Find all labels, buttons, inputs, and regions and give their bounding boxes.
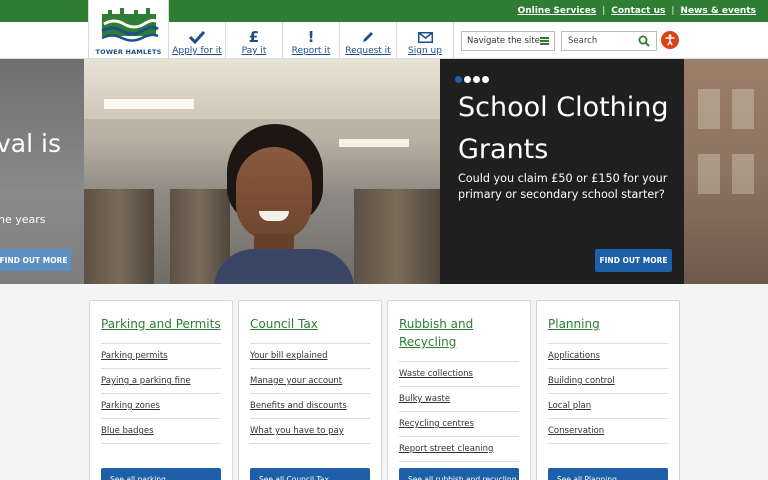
card-title[interactable]: Planning — [548, 315, 670, 333]
contact-us-link[interactable]: Contact us — [611, 6, 665, 16]
card-links: Your bill explained Manage your account … — [250, 343, 370, 444]
pound-icon: £ — [248, 27, 260, 46]
see-all-button[interactable]: See all Planning — [548, 468, 668, 480]
card-links: Applications Building control Local plan… — [548, 343, 668, 444]
sign-up-label: Sign up — [408, 46, 442, 56]
card-link[interactable]: Manage your account — [250, 369, 370, 394]
card-link[interactable]: Applications — [548, 344, 668, 369]
pay-it-button[interactable]: £ Pay it — [226, 22, 283, 59]
carousel-dot[interactable] — [473, 76, 480, 83]
card-link[interactable]: Conservation — [548, 419, 668, 444]
navigate-the-site-button[interactable]: Navigate the site — [461, 31, 555, 51]
card-link[interactable]: Local plan — [548, 394, 668, 419]
request-it-button[interactable]: Request it — [340, 22, 397, 59]
find-out-more-button[interactable]: FIND OUT MORE — [595, 249, 672, 272]
accessibility-button[interactable] — [661, 31, 679, 49]
online-services-link[interactable]: Online Services — [518, 6, 597, 16]
exclamation-icon: ! — [307, 27, 315, 46]
report-it-button[interactable]: ! Report it — [283, 22, 340, 59]
next-slide[interactable] — [684, 59, 768, 284]
separator: | — [602, 6, 606, 16]
carousel-dots — [455, 76, 489, 83]
pencil-icon — [361, 28, 375, 46]
apply-for-it-label: Apply for it — [172, 46, 222, 56]
carousel-dot[interactable] — [455, 76, 462, 83]
pay-it-label: Pay it — [241, 46, 267, 56]
report-it-label: Report it — [291, 46, 331, 56]
navigate-label: Navigate the site — [467, 36, 540, 46]
card-link[interactable]: Report street cleaning — [399, 437, 519, 462]
see-all-button[interactable]: See all Council Tax — [250, 468, 370, 480]
card-link[interactable]: Parking permits — [101, 344, 221, 369]
card-link[interactable]: Paying a parking fine — [101, 369, 221, 394]
card-link[interactable]: Waste collections — [399, 362, 519, 387]
top-links: Online Services | Contact us | News & ev… — [518, 0, 756, 22]
separator: | — [671, 6, 675, 16]
card-council-tax: Council Tax Your bill explained Manage y… — [238, 300, 382, 480]
card-links: Parking permits Paying a parking fine Pa… — [101, 343, 221, 444]
card-title[interactable]: Parking and Permits — [101, 315, 223, 333]
carousel-dot[interactable] — [464, 76, 471, 83]
card-title[interactable]: Rubbish and Recycling — [399, 315, 521, 351]
card-link[interactable]: What you have to pay — [250, 419, 370, 444]
search-box — [561, 31, 657, 51]
card-link[interactable]: Parking zones — [101, 394, 221, 419]
card-planning: Planning Applications Building control L… — [536, 300, 680, 480]
request-it-label: Request it — [345, 46, 391, 56]
search-input[interactable] — [562, 32, 638, 50]
logo-text: TOWER HAMLETS — [95, 48, 162, 56]
checkmark-icon — [189, 28, 205, 46]
carousel-dot[interactable] — [482, 76, 489, 83]
hero-carousel: val is he years FIND OUT MORE School Clo… — [0, 59, 768, 284]
card-link[interactable]: Blue badges — [101, 419, 221, 444]
card-title[interactable]: Council Tax — [250, 315, 372, 333]
card-link[interactable]: Recycling centres — [399, 412, 519, 437]
castle-logo-icon — [100, 8, 159, 42]
sign-up-button[interactable]: Sign up — [397, 22, 454, 59]
hamburger-icon — [540, 37, 549, 45]
hero-description: Could you claim £50 or £150 for your pri… — [458, 172, 668, 201]
previous-slide-find-out-more-button[interactable]: FIND OUT MORE — [0, 249, 71, 271]
previous-slide[interactable]: val is he years FIND OUT MORE — [0, 59, 84, 284]
card-link[interactable]: Building control — [548, 369, 668, 394]
hero-photo — [84, 59, 440, 284]
previous-slide-title: val is — [0, 129, 61, 158]
tower-hamlets-logo[interactable]: TOWER HAMLETS — [88, 0, 169, 59]
card-rubbish-and-recycling: Rubbish and Recycling Waste collections … — [387, 300, 531, 480]
see-all-button[interactable]: See all parking — [101, 468, 221, 480]
search-icon[interactable] — [638, 35, 650, 47]
apply-for-it-button[interactable]: Apply for it — [169, 22, 226, 59]
accessibility-icon — [665, 34, 675, 46]
envelope-icon — [417, 28, 433, 46]
card-link[interactable]: Your bill explained — [250, 344, 370, 369]
see-all-button[interactable]: See all rubbish and recycling — [399, 468, 519, 480]
hero-title: School Clothing Grants — [458, 92, 669, 165]
quick-actions: Apply for it £ Pay it ! Report it Reques… — [169, 22, 454, 59]
previous-slide-text: he years — [0, 213, 46, 226]
news-events-link[interactable]: News & events — [680, 6, 756, 16]
card-link[interactable]: Bulky waste — [399, 387, 519, 412]
card-link[interactable]: Benefits and discounts — [250, 394, 370, 419]
card-links: Waste collections Bulky waste Recycling … — [399, 361, 519, 462]
hero-panel: School Clothing Grants Could you claim £… — [440, 59, 684, 284]
card-parking-and-permits: Parking and Permits Parking permits Payi… — [89, 300, 233, 480]
